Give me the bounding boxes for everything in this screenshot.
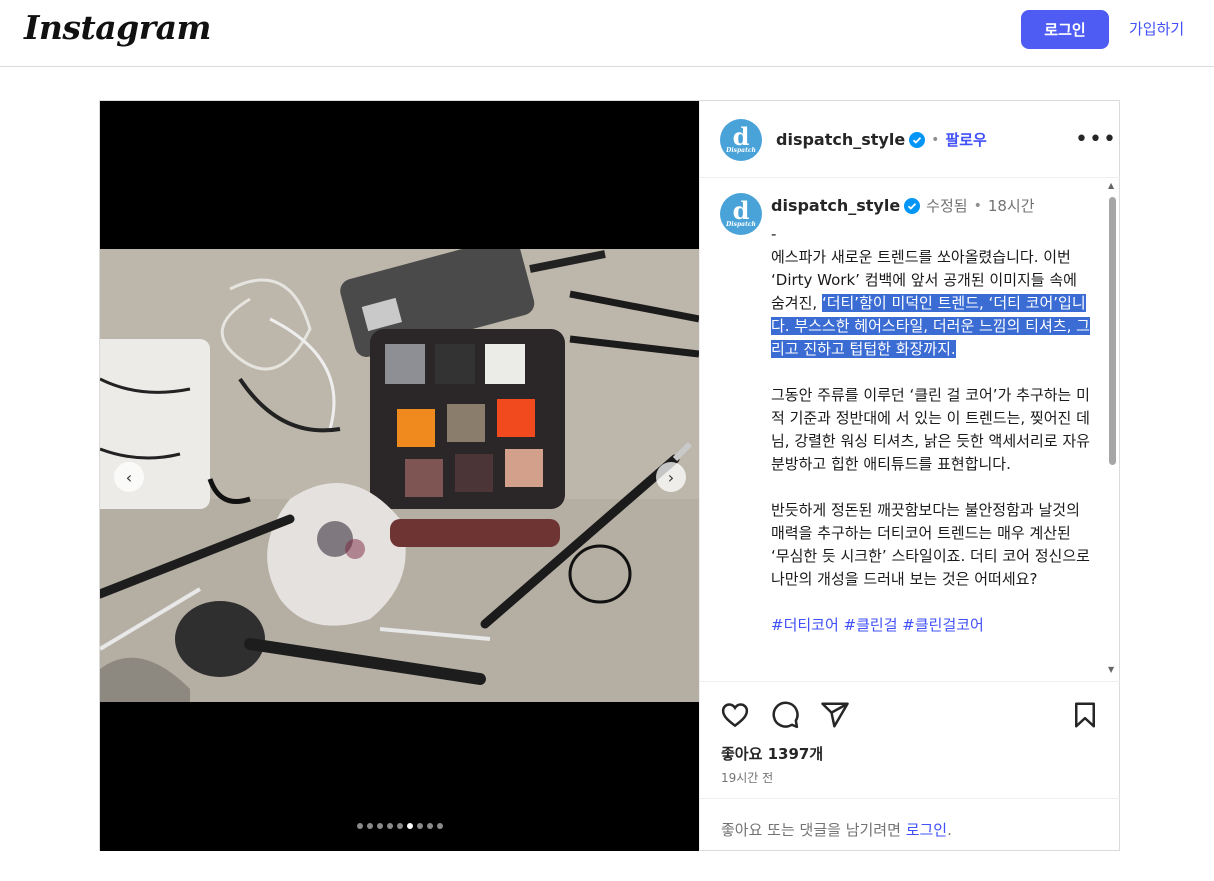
comment-icon[interactable] <box>770 700 800 730</box>
login-prompt: 좋아요 또는 댓글을 남기려면 로그인. <box>700 798 1120 852</box>
post-photo <box>100 249 699 702</box>
carousel-dot-active <box>406 823 413 829</box>
caption-area[interactable]: d Dispatch dispatch_style 수정됨 • 18시간 - 에… <box>700 179 1120 679</box>
username[interactable]: dispatch_style <box>776 130 905 149</box>
avatar-text: Dispatch <box>726 220 756 228</box>
heart-icon[interactable] <box>720 700 750 730</box>
avatar-letter: d <box>732 121 750 151</box>
header-user: dispatch_style • 팔로우 <box>776 129 987 150</box>
instagram-logo[interactable]: Instagram <box>24 8 211 47</box>
carousel-dot <box>366 823 373 829</box>
follow-button[interactable]: 팔로우 <box>945 129 986 150</box>
caption-username[interactable]: dispatch_style <box>771 196 900 215</box>
post-header: d Dispatch dispatch_style • 팔로우 ••• <box>700 101 1120 178</box>
avatar-letter: d <box>732 195 750 225</box>
more-icon[interactable]: ••• <box>1075 127 1117 152</box>
post-sidebar: d Dispatch dispatch_style • 팔로우 ••• d Di… <box>699 101 1120 851</box>
posted-time[interactable]: 19시간 전 <box>721 769 773 786</box>
post-container: ‹ › d Dispatch dispatch_style • 팔로우 ••• … <box>99 100 1120 851</box>
caption-user: dispatch_style 수정됨 • 18시간 <box>771 195 1035 216</box>
carousel-dot <box>426 823 433 829</box>
login-prompt-end: . <box>947 821 952 839</box>
scroll-up-icon[interactable]: ▲ <box>1108 181 1114 190</box>
chevron-right-icon[interactable]: › <box>656 462 686 492</box>
carousel-dot <box>416 823 423 829</box>
scrollbar-thumb[interactable] <box>1109 197 1116 465</box>
carousel-dot <box>386 823 393 829</box>
login-button[interactable]: 로그인 <box>1021 10 1109 49</box>
scroll-down-icon[interactable]: ▼ <box>1108 665 1114 674</box>
separator: • <box>931 131 940 148</box>
verified-icon <box>909 131 926 148</box>
carousel-dot <box>396 823 403 829</box>
edited-label: 수정됨 <box>926 197 968 215</box>
caption-dash: - <box>771 225 777 243</box>
avatar[interactable]: d Dispatch <box>720 119 762 161</box>
separator: • <box>973 197 982 214</box>
caption-text: - 에스파가 새로운 트렌드를 쏘아올렸습니다. 이번 ‘Dirty Work’… <box>771 223 1091 637</box>
caption-scrollbar[interactable]: ▲ ▼ <box>1106 179 1118 679</box>
carousel-dot <box>356 823 363 829</box>
carousel-dot <box>436 823 443 829</box>
caption-paragraph-2: 그동안 주류를 이루던 ‘클린 걸 코어’가 추구하는 미적 기준과 정반대에 … <box>771 386 1090 473</box>
carousel-dot <box>376 823 383 829</box>
share-icon[interactable] <box>820 700 850 730</box>
top-bar: Instagram 로그인 가입하기 <box>0 0 1214 67</box>
login-prompt-text: 좋아요 또는 댓글을 남기려면 <box>721 821 906 839</box>
caption-time[interactable]: 18시간 <box>988 195 1035 216</box>
bookmark-icon[interactable] <box>1070 700 1100 730</box>
caption-paragraph-3: 반듯하게 정돈된 깨끗함보다는 불안정함과 날것의 매력을 추구하는 더티코어 … <box>771 501 1095 588</box>
avatar-text: Dispatch <box>726 146 756 154</box>
makeup-flatlay-image <box>100 249 699 702</box>
post-media[interactable]: ‹ › <box>100 101 699 851</box>
hashtags[interactable]: #더티코어 #클린걸 #클린걸코어 <box>771 616 984 634</box>
chevron-left-icon[interactable]: ‹ <box>114 462 144 492</box>
login-prompt-link[interactable]: 로그인 <box>906 821 947 839</box>
carousel-dots <box>100 823 699 829</box>
signup-link[interactable]: 가입하기 <box>1129 18 1184 39</box>
verified-icon <box>904 197 921 214</box>
caption-avatar[interactable]: d Dispatch <box>720 193 762 235</box>
post-actions: 좋아요 1397개 19시간 전 좋아요 또는 댓글을 남기려면 로그인. <box>700 681 1120 851</box>
likes-count[interactable]: 좋아요 1397개 <box>721 743 823 764</box>
